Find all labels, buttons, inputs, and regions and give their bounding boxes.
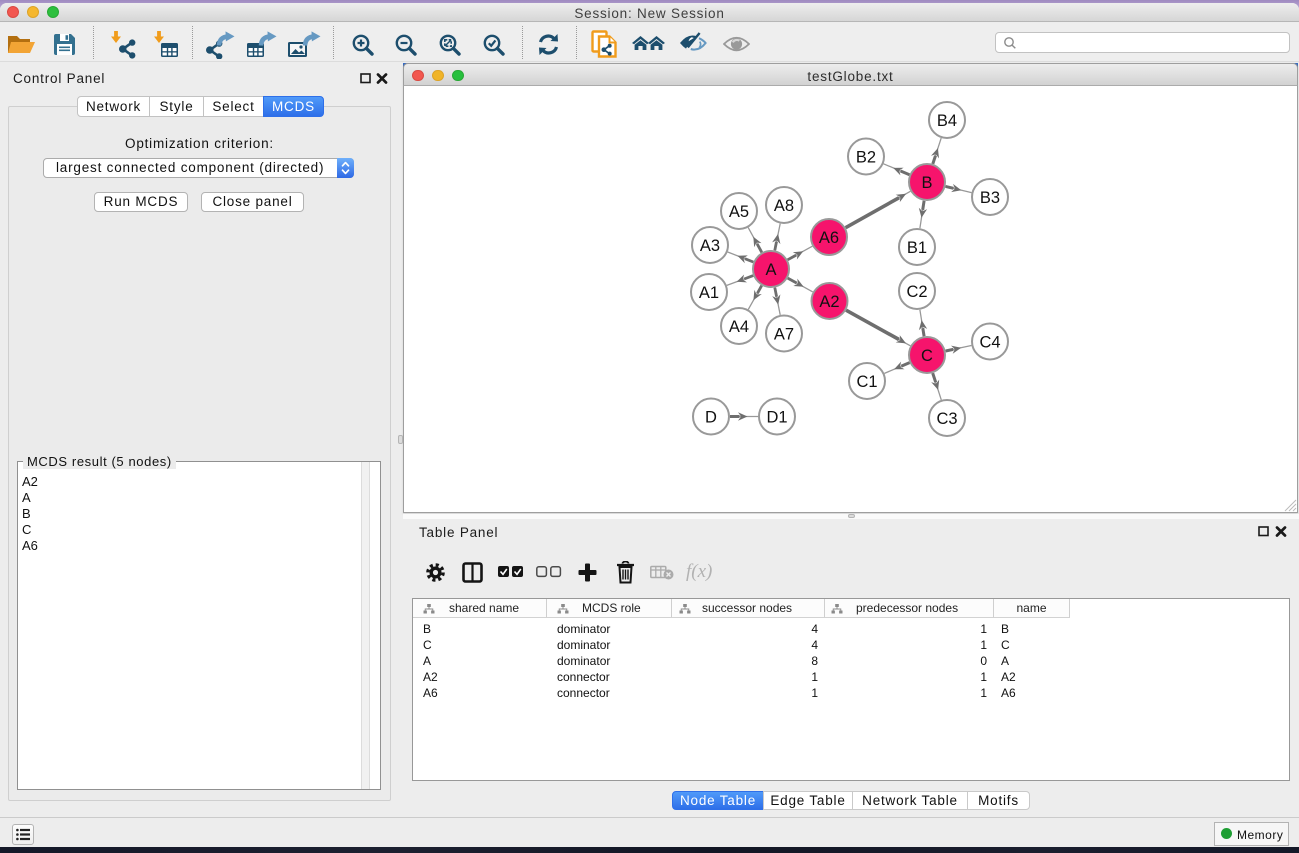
- svg-text:A6: A6: [819, 229, 839, 247]
- svg-text:A1: A1: [699, 284, 719, 302]
- svg-text:D: D: [705, 409, 717, 427]
- svg-text:D1: D1: [766, 409, 787, 427]
- svg-text:A2: A2: [819, 293, 839, 311]
- svg-text:A8: A8: [774, 197, 794, 215]
- svg-text:B2: B2: [856, 149, 876, 167]
- svg-text:B1: B1: [907, 239, 927, 257]
- svg-text:C: C: [921, 347, 933, 365]
- svg-text:B3: B3: [980, 189, 1000, 207]
- svg-text:C2: C2: [906, 283, 927, 301]
- svg-text:A: A: [765, 261, 776, 279]
- svg-text:B4: B4: [937, 112, 957, 130]
- svg-text:C3: C3: [936, 410, 957, 428]
- svg-text:C4: C4: [979, 334, 1000, 352]
- svg-text:A3: A3: [700, 237, 720, 255]
- svg-text:A4: A4: [729, 318, 749, 336]
- svg-text:B: B: [921, 174, 932, 192]
- svg-text:A5: A5: [729, 203, 749, 221]
- svg-text:A7: A7: [774, 326, 794, 344]
- svg-text:C1: C1: [856, 373, 877, 391]
